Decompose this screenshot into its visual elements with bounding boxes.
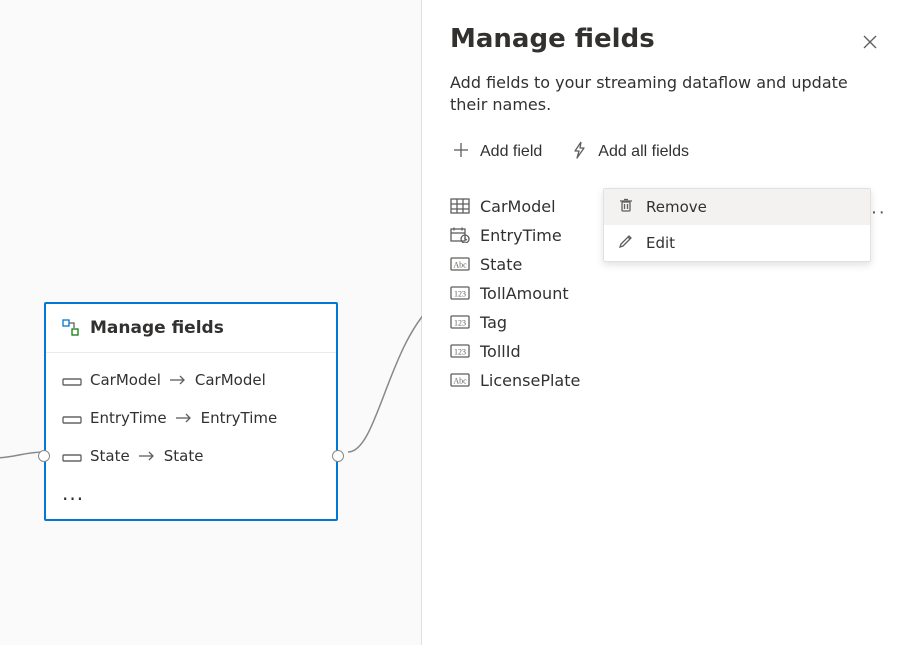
output-port[interactable] (332, 450, 344, 462)
add-all-label: Add all fields (598, 143, 689, 161)
manage-fields-panel: Manage fields Add fields to your streami… (422, 0, 910, 645)
svg-text:Abc: Abc (453, 377, 467, 386)
close-icon (862, 34, 878, 54)
svg-text:Abc: Abc (453, 261, 467, 270)
field-name: EntryTime (480, 226, 562, 245)
datetime-type-icon (450, 227, 470, 243)
mapping-row[interactable]: CarModel CarModel (62, 361, 320, 399)
field-name: TollId (480, 342, 521, 361)
mapping-from: CarModel (90, 371, 161, 389)
node-body: CarModel CarModel EntryTime EntryTime (46, 353, 336, 519)
panel-description: Add fields to your streaming dataflow an… (450, 72, 882, 117)
field-name: LicensePlate (480, 371, 580, 390)
add-all-fields-button[interactable]: Add all fields (568, 137, 691, 168)
add-field-button[interactable]: Add field (450, 137, 544, 168)
field-name: State (480, 255, 522, 274)
panel-title: Manage fields (450, 24, 655, 54)
mapping-from: EntryTime (90, 409, 167, 427)
mapping-row[interactable]: EntryTime EntryTime (62, 399, 320, 437)
number-type-icon: 123 (450, 314, 470, 330)
lightning-icon (570, 141, 588, 164)
field-row[interactable]: 123 Tag (450, 308, 882, 337)
number-type-icon: 123 (450, 285, 470, 301)
trash-icon (618, 197, 634, 217)
number-type-icon: 123 (450, 343, 470, 359)
node-header: Manage fields (46, 304, 336, 353)
mapping-from: State (90, 447, 130, 465)
field-row[interactable]: 123 TollId (450, 337, 882, 366)
column-icon (62, 412, 82, 424)
context-menu: Remove Edit (603, 188, 871, 262)
plus-icon (452, 141, 470, 164)
field-name: Tag (480, 313, 507, 332)
field-row[interactable]: 123 TollAmount (450, 279, 882, 308)
context-remove[interactable]: Remove (604, 189, 870, 225)
arrow-icon (175, 409, 193, 427)
pencil-icon (618, 233, 634, 253)
manage-fields-node[interactable]: Manage fields CarModel CarModel EntryTim… (44, 302, 338, 521)
svg-text:123: 123 (454, 290, 466, 299)
toolbar: Add field Add all fields (450, 137, 882, 168)
svg-text:123: 123 (454, 319, 466, 328)
field-name: TollAmount (480, 284, 569, 303)
arrow-icon (169, 371, 187, 389)
input-port[interactable] (38, 450, 50, 462)
mapping-to: CarModel (195, 371, 266, 389)
field-list: ··· Remove Edit CarModel (450, 192, 882, 395)
column-icon (62, 374, 82, 386)
mapping-to: State (164, 447, 204, 465)
canvas: Manage fields CarModel CarModel EntryTim… (0, 0, 422, 645)
close-button[interactable] (858, 30, 882, 57)
mapping-row[interactable]: State State (62, 437, 320, 475)
mapping-to: EntryTime (201, 409, 278, 427)
column-icon (62, 450, 82, 462)
table-type-icon (450, 198, 470, 214)
field-name: CarModel (480, 197, 556, 216)
remove-label: Remove (646, 198, 707, 216)
node-title: Manage fields (90, 318, 224, 338)
context-edit[interactable]: Edit (604, 225, 870, 261)
more-mappings[interactable]: ... (62, 475, 320, 505)
field-row[interactable]: Abc LicensePlate (450, 366, 882, 395)
svg-text:123: 123 (454, 348, 466, 357)
add-field-label: Add field (480, 143, 542, 161)
arrow-icon (138, 447, 156, 465)
manage-fields-icon (62, 319, 80, 337)
edit-label: Edit (646, 234, 675, 252)
text-type-icon: Abc (450, 372, 470, 388)
text-type-icon: Abc (450, 256, 470, 272)
